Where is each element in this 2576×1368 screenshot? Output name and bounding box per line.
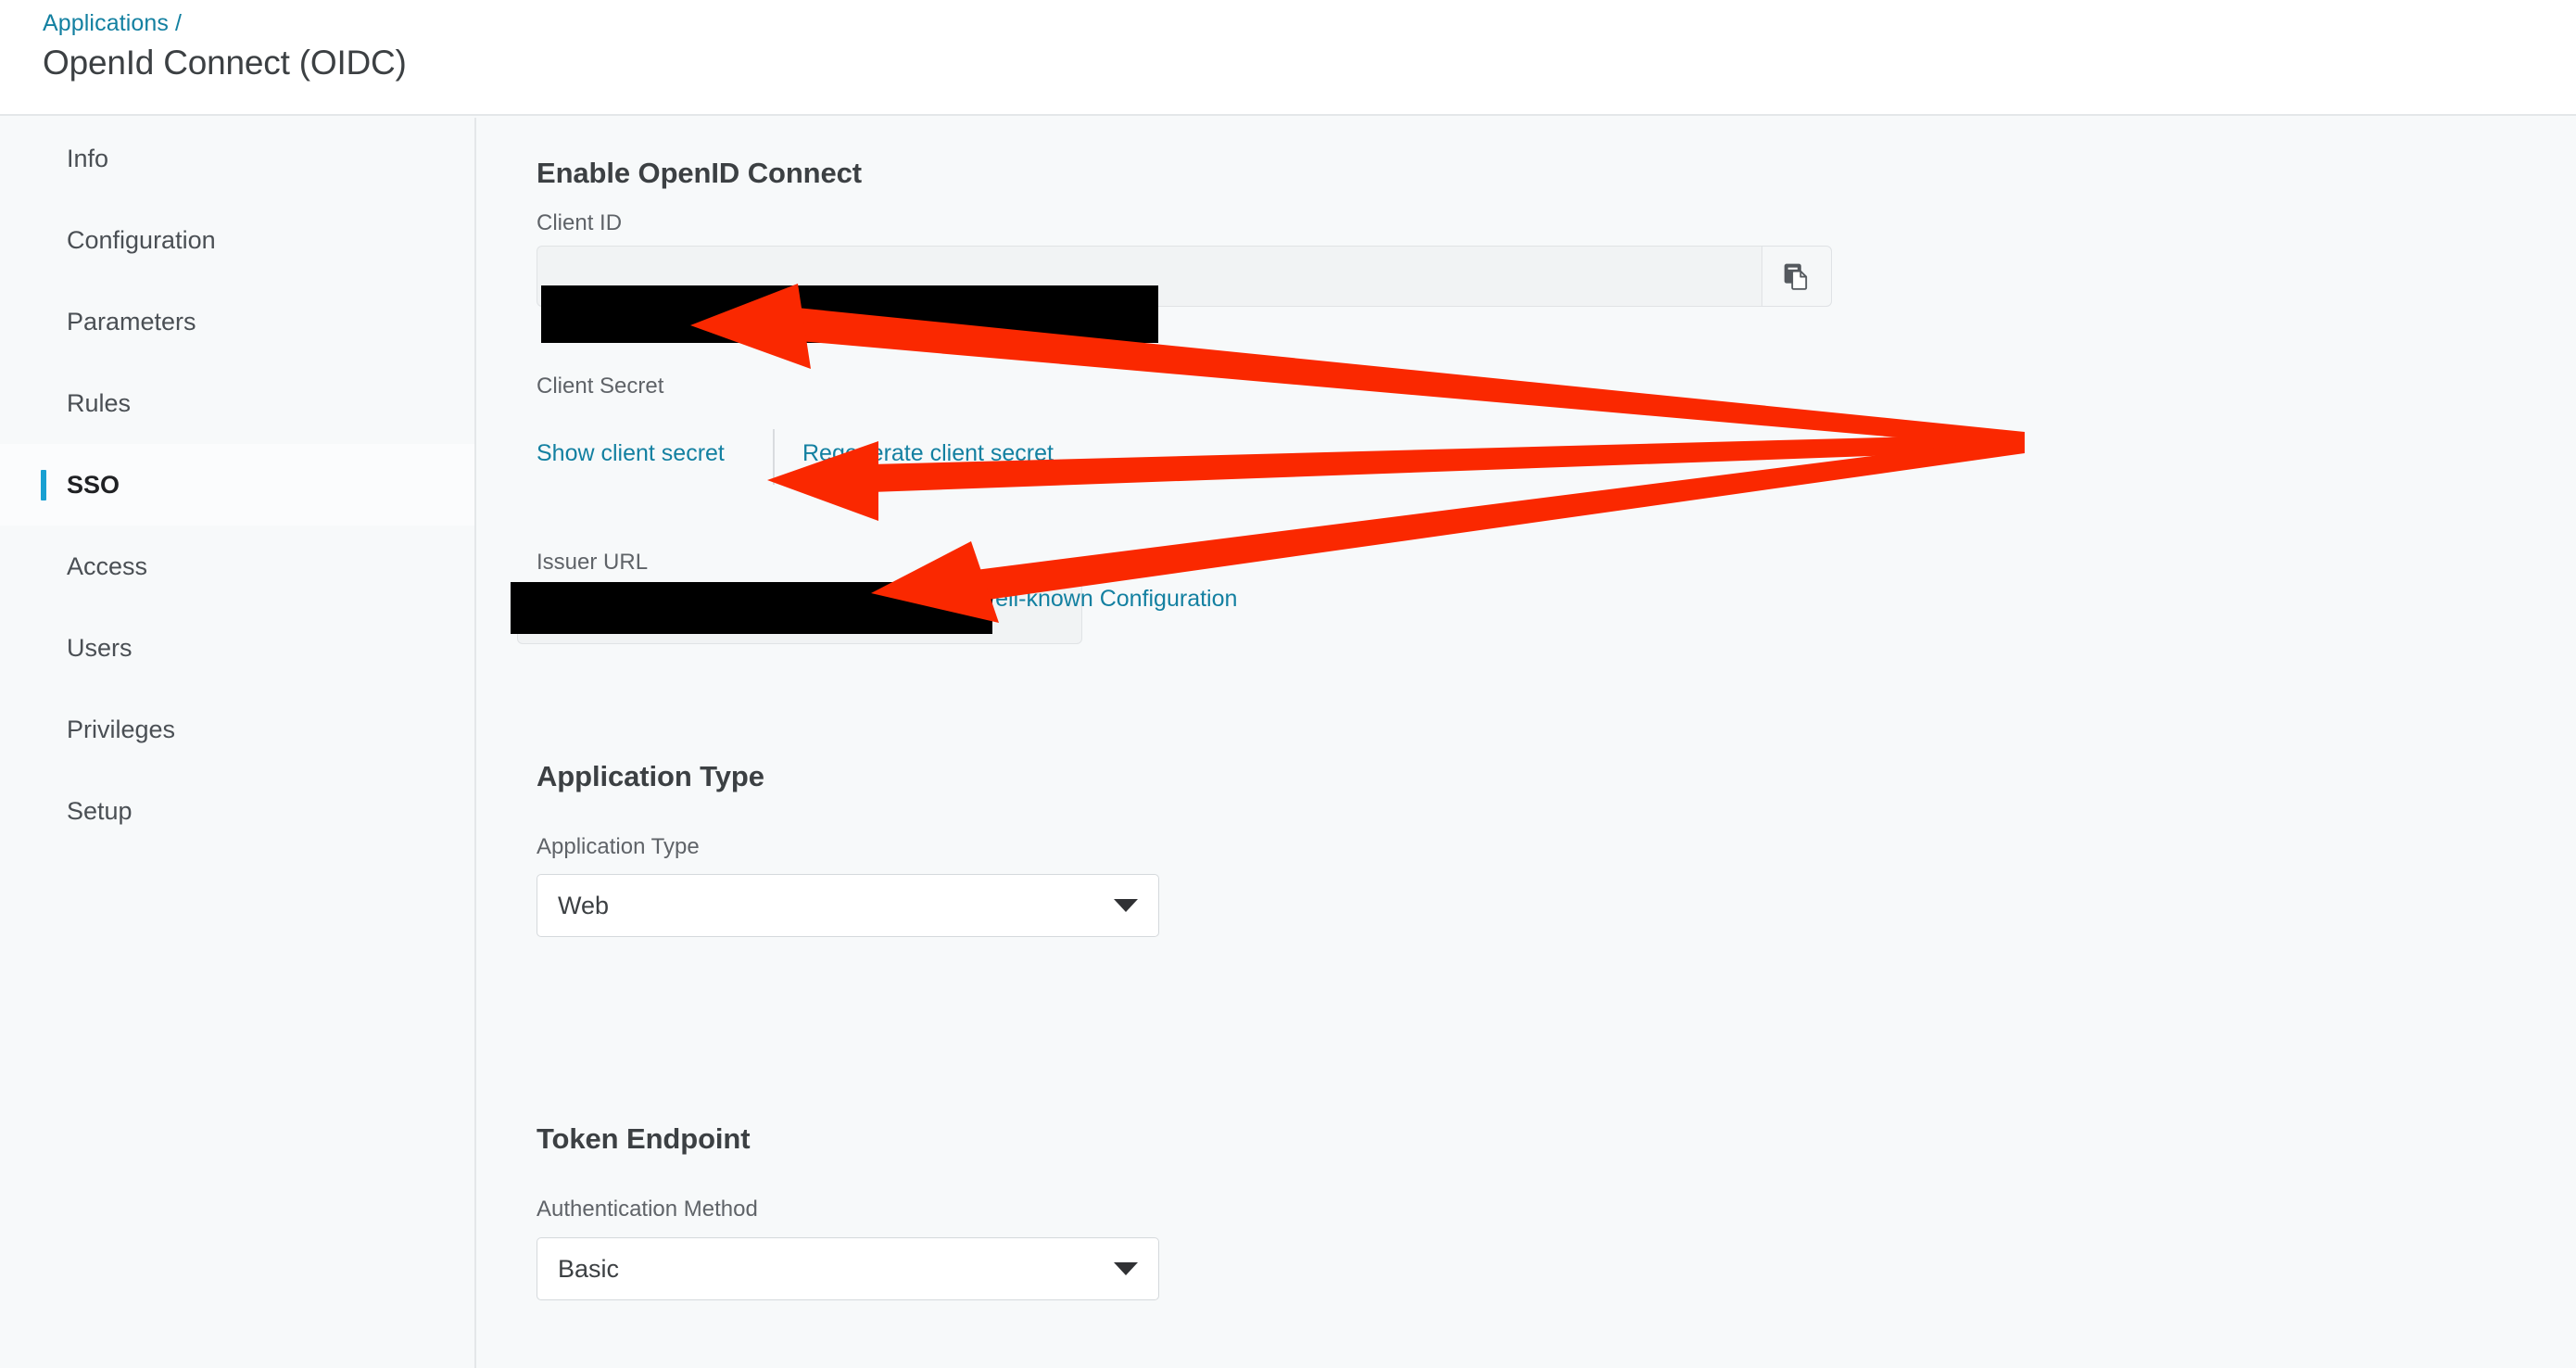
sidebar-item-configuration[interactable]: Configuration [0,199,474,281]
issuer-url-redaction-bar [511,582,992,634]
authentication-method-label: Authentication Method [537,1197,758,1222]
sidebar-item-parameters[interactable]: Parameters [0,281,474,362]
sidebar-item-rules[interactable]: Rules [0,362,474,444]
sidebar-nav: Info Configuration Parameters Rules SSO … [0,118,476,1368]
sidebar-item-sso[interactable]: SSO [0,444,474,526]
breadcrumb: Applications / [43,10,182,37]
client-secret-label: Client Secret [537,374,664,399]
sidebar-item-label: Parameters [67,307,196,336]
sidebar-item-privileges[interactable]: Privileges [0,689,474,770]
sidebar-item-users[interactable]: Users [0,607,474,689]
sidebar-item-info[interactable]: Info [0,118,474,199]
client-id-label: Client ID [537,210,623,235]
section-heading-token-endpoint: Token Endpoint [537,1122,751,1155]
sidebar-item-label: Info [67,144,109,172]
authentication-method-select[interactable]: Basic [537,1237,1159,1300]
sidebar-item-label: Rules [67,388,132,417]
sidebar-item-label: Setup [67,796,133,825]
page-title: OpenId Connect (OIDC) [43,44,407,82]
breadcrumb-applications-link[interactable]: Applications / [43,10,182,36]
application-type-select[interactable]: Web [537,874,1159,937]
issuer-url-label: Issuer URL [537,550,649,575]
regenerate-client-secret-link[interactable]: Regenerate client secret [802,440,1054,467]
section-heading-application-type: Application Type [537,760,764,792]
application-type-label: Application Type [537,834,700,859]
sidebar-item-access[interactable]: Access [0,526,474,607]
copy-icon [1784,263,1808,290]
show-client-secret-link[interactable]: Show client secret [537,440,725,467]
sidebar-item-label: Access [67,551,148,580]
sidebar-item-label: Privileges [67,715,176,743]
application-root: Applications / OpenId Connect (OIDC) Inf… [0,0,2576,1368]
client-secret-actions-divider [773,429,775,485]
section-heading-enable-oidc: Enable OpenID Connect [537,157,862,189]
page-header: Applications / OpenId Connect (OIDC) [0,0,2576,116]
copy-client-id-button[interactable] [1762,246,1832,307]
well-known-configuration-link[interactable]: Well-known Configuration [974,586,1237,613]
chevron-down-icon [1114,1262,1138,1275]
chevron-down-icon [1114,899,1138,912]
sidebar-item-label: Configuration [67,225,216,254]
application-type-selected-value: Web [558,891,610,919]
sidebar-item-setup[interactable]: Setup [0,770,474,852]
client-id-redaction-bar [541,285,1158,343]
authentication-method-selected-value: Basic [558,1254,620,1283]
sidebar-item-label: SSO [67,470,120,499]
sidebar-item-label: Users [67,633,133,662]
